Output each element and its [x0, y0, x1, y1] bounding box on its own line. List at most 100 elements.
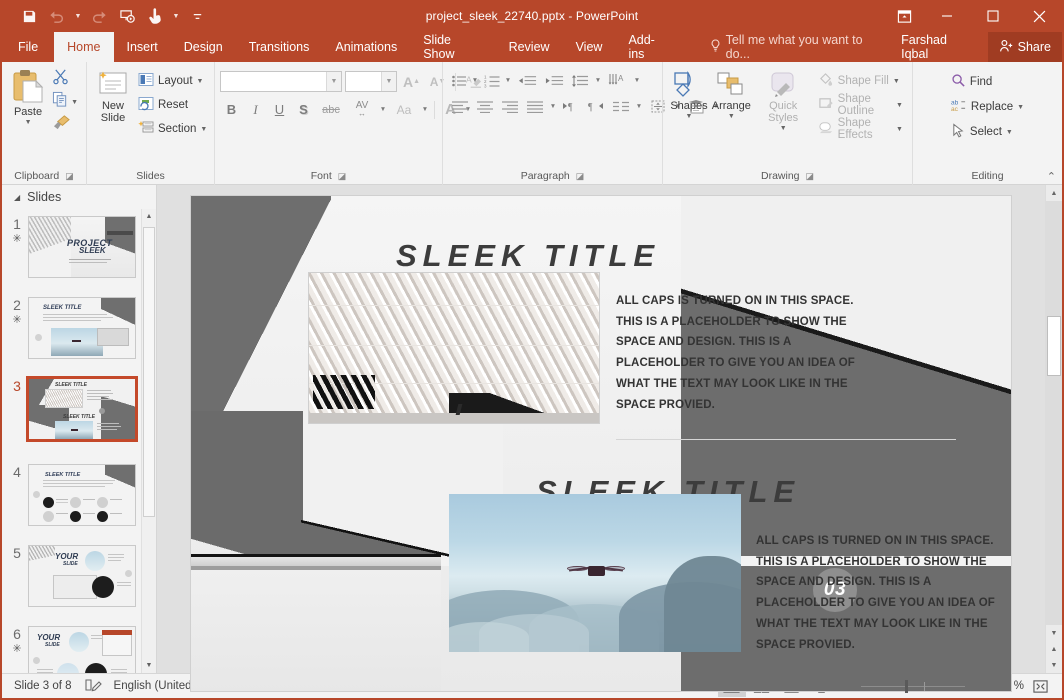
slide-title-top[interactable]: SLEEK TITLE [396, 238, 660, 274]
zoom-slider[interactable] [860, 679, 965, 693]
replace-dropdown-icon[interactable]: ▼ [1017, 104, 1024, 111]
ltr-text-direction-button[interactable]: ¶ [559, 96, 583, 117]
scroll-thumb[interactable] [1047, 316, 1061, 376]
tab-slide-show[interactable]: Slide Show [410, 32, 495, 62]
paragraph-dialog-launcher[interactable]: ◪ [576, 171, 585, 182]
columns-button[interactable] [609, 96, 633, 117]
shape-effects-button[interactable]: Shape Effects ▼ [814, 117, 907, 141]
redo-icon[interactable] [86, 3, 112, 29]
align-right-button[interactable] [498, 96, 522, 117]
fit-slide-to-window-button[interactable] [1026, 675, 1054, 697]
reset-button[interactable]: Reset [134, 93, 211, 117]
slides-scroll-thumb[interactable] [143, 227, 155, 517]
touch-mode-icon[interactable] [142, 3, 168, 29]
font-family-dropdown-icon[interactable]: ▼ [326, 72, 341, 91]
numbering-button[interactable]: 123 [481, 70, 502, 91]
justify-dropdown-icon[interactable]: ▼ [548, 96, 558, 117]
collapse-ribbon-button[interactable]: ⌃ [1047, 170, 1056, 183]
tab-insert[interactable]: Insert [114, 32, 171, 62]
cut-button[interactable] [49, 68, 81, 90]
layout-button[interactable]: Layout ▼ [134, 69, 211, 93]
text-direction-dropdown-icon[interactable]: ▼ [632, 70, 642, 91]
scroll-up-button[interactable]: ▲ [1046, 185, 1062, 201]
new-slide-button[interactable]: New Slide [92, 66, 134, 127]
justify-button[interactable] [523, 96, 547, 117]
current-slide-canvas[interactable]: SLEEK TITLE ALL CAPS IS TURNED ON IN THI… [190, 195, 1012, 692]
font-dialog-launcher[interactable]: ◪ [338, 171, 347, 182]
shape-outline-button[interactable]: Shape Outline ▼ [814, 93, 907, 117]
align-left-button[interactable] [448, 96, 472, 117]
rtl-text-direction-button[interactable]: ¶ [584, 96, 608, 117]
paste-dropdown-icon[interactable]: ▼ [25, 119, 32, 126]
save-icon[interactable] [16, 3, 42, 29]
shape-effects-dropdown-icon[interactable]: ▼ [896, 126, 903, 133]
change-case-dropdown-icon[interactable]: ▼ [420, 99, 430, 120]
line-spacing-button[interactable] [568, 70, 592, 91]
tab-design[interactable]: Design [171, 32, 236, 62]
italic-button[interactable]: I [244, 98, 267, 121]
slide-thumbnail-4[interactable]: SLEEK TITLE [28, 464, 136, 526]
character-spacing-dropdown-icon[interactable]: ▼ [378, 99, 388, 120]
font-size-combo[interactable]: ▼ [345, 71, 397, 92]
slides-scroll-up-button[interactable]: ▲ [142, 209, 156, 224]
arrange-button[interactable]: Arrange ▼ [710, 67, 753, 123]
quick-styles-dropdown-icon[interactable]: ▼ [780, 125, 787, 132]
spelling-icon[interactable] [84, 678, 102, 695]
change-case-button[interactable]: Aa [389, 98, 419, 121]
customize-qat-icon[interactable] [184, 3, 210, 29]
collapse-triangle-icon[interactable]: ◢ [14, 193, 20, 202]
tab-add-ins[interactable]: Add-ins [615, 32, 681, 62]
paste-button[interactable]: Paste ▼ [7, 66, 49, 129]
find-button[interactable]: Find [947, 70, 1028, 94]
align-center-button[interactable] [473, 96, 497, 117]
minimize-button[interactable] [924, 0, 970, 32]
close-button[interactable] [1016, 0, 1062, 32]
increase-font-size-button[interactable]: A ▲ [400, 70, 423, 93]
slide-thumbnail-5[interactable]: YOUR SLIDE [28, 545, 136, 607]
select-dropdown-icon[interactable]: ▼ [1006, 129, 1013, 136]
thumbnail-item[interactable]: 3 SLEEK TITLE SLEEK TITLE [2, 375, 156, 461]
thumbnail-item[interactable]: 2 ✳ SLEEK TITLE [2, 294, 156, 375]
thumbnail-item[interactable]: 1 ✳ PROJECT SLEEK [2, 213, 156, 294]
share-button[interactable]: Share [987, 32, 1062, 62]
strikethrough-button[interactable]: abc [316, 98, 346, 121]
scroll-track[interactable] [1046, 201, 1062, 625]
thumbnail-item[interactable]: 4 SLEEK TITLE [2, 461, 156, 542]
user-account-name[interactable]: Farshad Iqbal [891, 32, 984, 62]
shape-fill-dropdown-icon[interactable]: ▼ [893, 78, 900, 85]
slide-thumbnail-3[interactable]: SLEEK TITLE SLEEK TITLE [26, 376, 138, 442]
font-size-dropdown-icon[interactable]: ▼ [381, 72, 396, 91]
select-button[interactable]: Select ▼ [947, 120, 1028, 144]
character-spacing-button[interactable]: AV ↔ [347, 98, 377, 121]
shapes-dropdown-icon[interactable]: ▼ [686, 113, 693, 120]
bold-button[interactable]: B [220, 98, 243, 121]
drawing-dialog-launcher[interactable]: ◪ [806, 171, 815, 182]
slides-scroll-down-button[interactable]: ▼ [142, 658, 156, 673]
undo-icon[interactable] [44, 3, 70, 29]
ribbon-display-options-icon[interactable] [884, 0, 924, 32]
slide-indicator[interactable]: Slide 3 of 8 [14, 680, 72, 692]
numbering-dropdown-icon[interactable]: ▼ [503, 70, 513, 91]
touch-mode-dropdown-icon[interactable]: ▼ [170, 3, 182, 29]
copy-dropdown-icon[interactable]: ▼ [71, 99, 78, 106]
copy-button[interactable]: ▼ [49, 91, 81, 113]
text-direction-button[interactable]: A [605, 70, 631, 91]
tab-animations[interactable]: Animations [322, 32, 410, 62]
next-slide-button[interactable]: ▼ [1046, 657, 1062, 673]
zoom-slider-handle[interactable] [904, 679, 908, 693]
slide-edit-area[interactable]: SLEEK TITLE ALL CAPS IS TURNED ON IN THI… [157, 185, 1045, 692]
font-family-combo[interactable]: ▼ [220, 71, 342, 92]
slide-thumbnail-6[interactable]: YOUR SLIDE [28, 626, 136, 673]
underline-button[interactable]: U [268, 98, 291, 121]
tab-transitions[interactable]: Transitions [236, 32, 323, 62]
slides-pane-scrollbar[interactable]: ▲ ▼ [141, 209, 156, 673]
tab-home[interactable]: Home [54, 32, 114, 62]
undo-dropdown-icon[interactable]: ▼ [72, 3, 84, 29]
maximize-button[interactable] [970, 0, 1016, 32]
shapes-button[interactable]: Shapes ▼ [668, 67, 710, 123]
scroll-down-button[interactable]: ▼ [1046, 625, 1062, 641]
tab-review[interactable]: Review [496, 32, 563, 62]
line-spacing-dropdown-icon[interactable]: ▼ [593, 70, 603, 91]
bullets-button[interactable] [448, 70, 469, 91]
slide-thumbnail-2[interactable]: SLEEK TITLE [28, 297, 136, 359]
